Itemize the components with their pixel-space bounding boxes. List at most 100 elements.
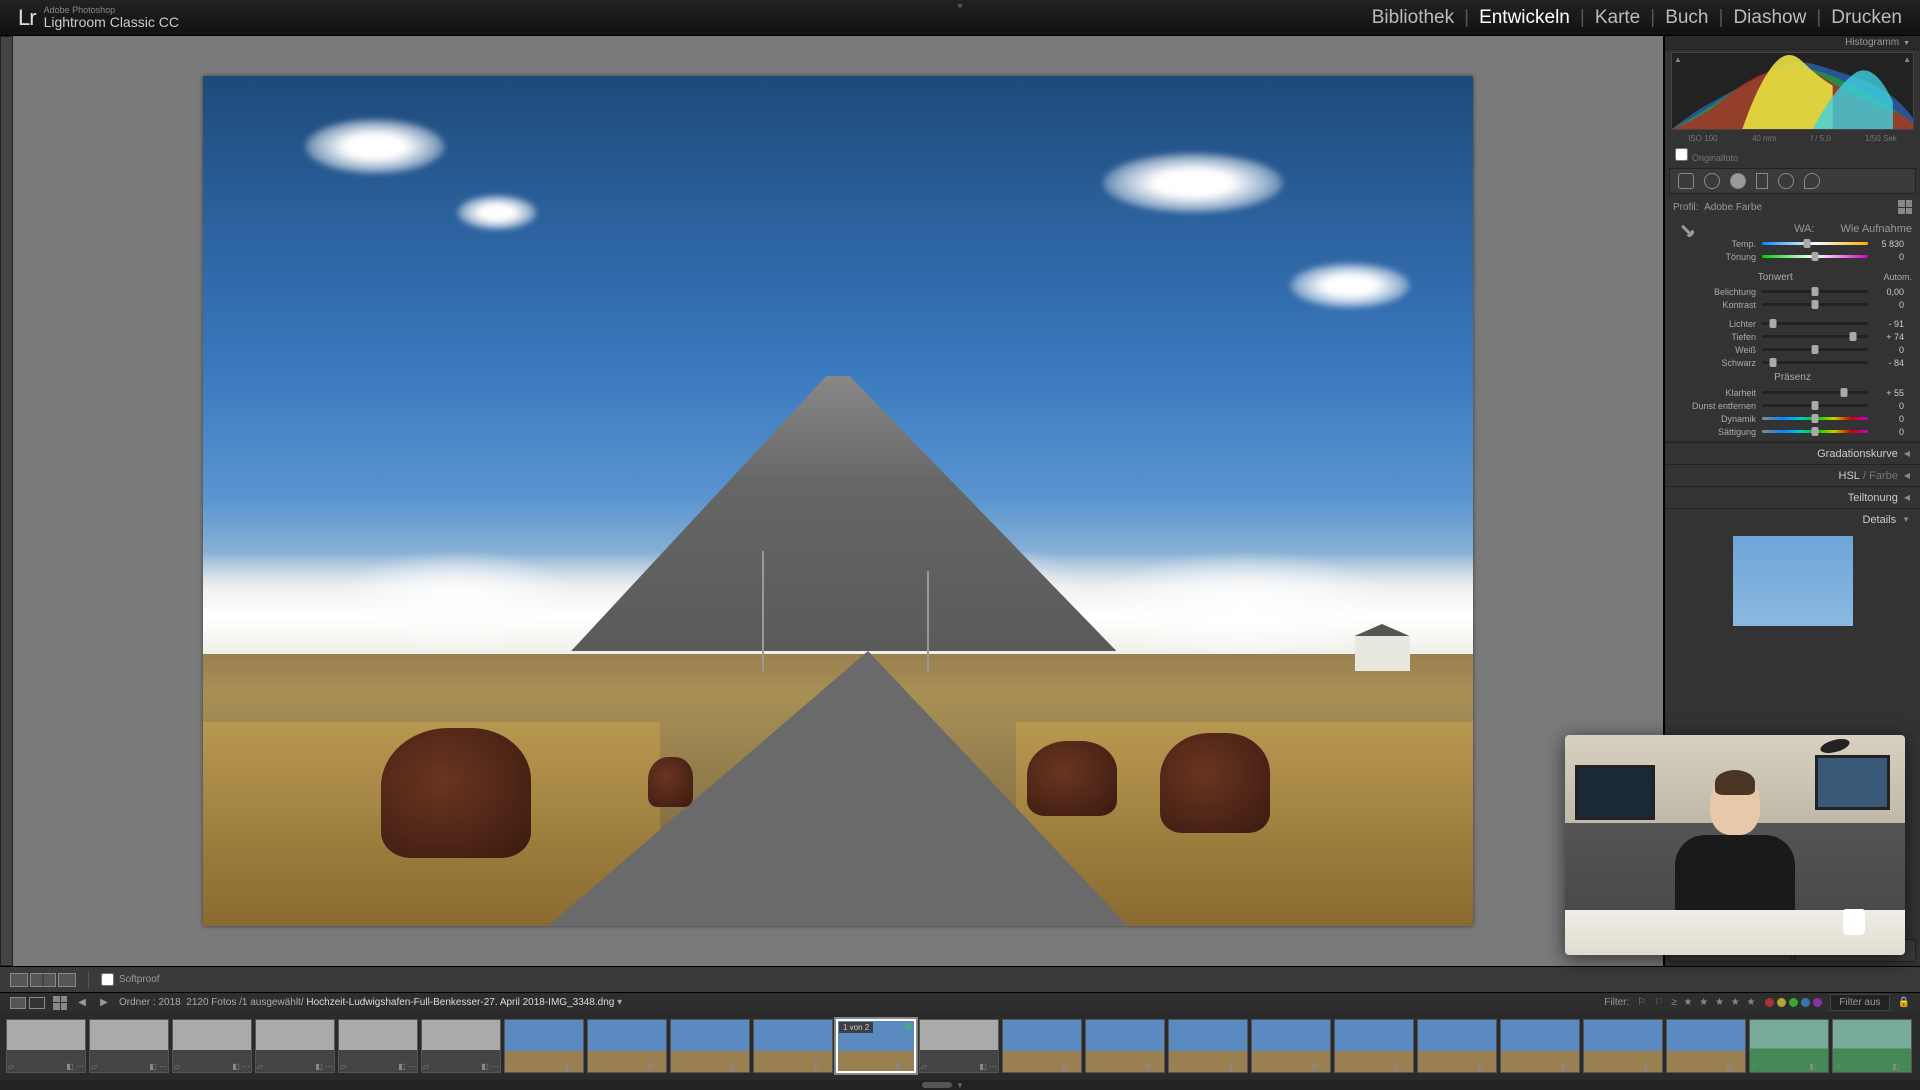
whites-slider[interactable] <box>1762 348 1868 351</box>
thumbnail[interactable]: ▱◧ ⋯ <box>338 1019 418 1073</box>
thumbnail[interactable]: ▱◧ ⋯ <box>1251 1019 1331 1073</box>
module-map[interactable]: Karte <box>1595 7 1640 29</box>
vibrance-value[interactable]: 0 <box>1874 414 1904 424</box>
exif-strip: ISO 100 40 mm f / 5,0 1/50 Sek <box>1665 132 1920 145</box>
dehaze-value[interactable]: 0 <box>1874 401 1904 411</box>
auto-button[interactable]: Autom. <box>1883 272 1912 282</box>
tint-slider[interactable] <box>1762 255 1868 258</box>
highlights-slider[interactable] <box>1762 322 1868 325</box>
histogram[interactable]: ▲ ▲ <box>1671 52 1914 130</box>
thumbnail[interactable]: ▱◧ ⋯ <box>1583 1019 1663 1073</box>
profile-row: Profil: Adobe Farbe <box>1665 196 1920 218</box>
module-slideshow[interactable]: Diashow <box>1733 7 1806 29</box>
thumbnail[interactable]: ▱◧ ⋯ <box>1832 1019 1912 1073</box>
original-toggle[interactable]: Originalfoto <box>1665 145 1920 166</box>
thumbnail[interactable]: ▱◧ ⋯ <box>1085 1019 1165 1073</box>
tint-value[interactable]: 0 <box>1874 252 1904 262</box>
before-after-lr-icon[interactable] <box>30 973 56 987</box>
thumbnail[interactable]: ▱◧ ⋯ <box>1749 1019 1829 1073</box>
saturation-value[interactable]: 0 <box>1874 427 1904 437</box>
temp-value[interactable]: 5 830 <box>1874 239 1904 249</box>
softproof-checkbox[interactable] <box>101 973 114 986</box>
dehaze-slider[interactable] <box>1762 404 1868 407</box>
profile-value[interactable]: Adobe Farbe <box>1704 202 1762 213</box>
curve-panel-header[interactable]: Gradationskurve◀ <box>1665 442 1920 464</box>
highlights-value[interactable]: - 91 <box>1874 319 1904 329</box>
main-photo[interactable] <box>203 76 1473 926</box>
blacks-value[interactable]: - 84 <box>1874 358 1904 368</box>
filter-dropdown[interactable]: Filter aus <box>1830 994 1889 1011</box>
original-checkbox[interactable] <box>1675 148 1688 161</box>
thumbnail[interactable]: ▱◧ ⋯ <box>1334 1019 1414 1073</box>
thumbnail[interactable]: ▱◧ ⋯ <box>1168 1019 1248 1073</box>
nav-back-icon[interactable]: ◀ <box>75 996 89 1010</box>
contrast-value[interactable]: 0 <box>1874 300 1904 310</box>
profile-browser-icon[interactable] <box>1898 200 1912 214</box>
nav-fwd-icon[interactable]: ▶ <box>97 996 111 1010</box>
thumbnail[interactable]: ▱◧ ⋯ <box>587 1019 667 1073</box>
blacks-slider[interactable] <box>1762 361 1868 364</box>
thumbnail[interactable]: ▱◧ ⋯ <box>753 1019 833 1073</box>
shadows-label: Tiefen <box>1681 332 1756 342</box>
clarity-slider[interactable] <box>1762 391 1868 394</box>
thumbnail[interactable]: ▱◧ ⋯ <box>89 1019 169 1073</box>
filmstrip[interactable]: ▱◧ ⋯ ▱◧ ⋯ ▱◧ ⋯ ▱◧ ⋯ ▱◧ ⋯ ▱◧ ⋯ ▱◧ ⋯ ▱◧ ⋯ … <box>0 1012 1920 1080</box>
detail-preview[interactable] <box>1733 536 1853 626</box>
hsl-panel-header[interactable]: HSL / Farbe◀ <box>1665 464 1920 486</box>
second-window-2-icon[interactable] <box>29 997 45 1009</box>
panel-toggle-top[interactable]: ▼ <box>956 1 965 11</box>
histogram-header[interactable]: Histogramm▼ <box>1665 36 1920 50</box>
whites-value[interactable]: 0 <box>1874 345 1904 355</box>
breadcrumb[interactable]: Ordner : 2018 2120 Fotos /1 ausgewählt/ … <box>119 997 622 1008</box>
module-print[interactable]: Drucken <box>1831 7 1902 29</box>
redeye-tool-icon[interactable] <box>1730 173 1746 189</box>
radial-filter-icon[interactable] <box>1778 173 1794 189</box>
thumbnail[interactable]: ▱◧ ⋯ <box>919 1019 999 1073</box>
thumbnail[interactable]: ▱◧ ⋯ <box>421 1019 501 1073</box>
color-filter[interactable] <box>1765 998 1822 1007</box>
brand-main: Lightroom Classic CC <box>44 15 179 29</box>
shadows-value[interactable]: + 74 <box>1874 332 1904 342</box>
filmstrip-scrollbar[interactable]: ▼ <box>0 1080 1920 1090</box>
module-book[interactable]: Buch <box>1665 7 1708 29</box>
exposure-value[interactable]: 0,00 <box>1874 287 1904 297</box>
thumbnail[interactable]: ▱◧ ⋯ <box>172 1019 252 1073</box>
left-panel-collapsed[interactable] <box>0 36 13 966</box>
temp-slider[interactable] <box>1762 242 1868 245</box>
flag-picked-icon[interactable]: ⚐ <box>1637 997 1646 1008</box>
shadows-slider[interactable] <box>1762 335 1868 338</box>
spot-tool-icon[interactable] <box>1704 173 1720 189</box>
filter-lock-icon[interactable]: 🔒 <box>1898 997 1910 1008</box>
contrast-slider[interactable] <box>1762 303 1868 306</box>
split-panel-header[interactable]: Teiltonung◀ <box>1665 486 1920 508</box>
grad-filter-icon[interactable] <box>1756 173 1768 189</box>
stack-badge[interactable]: 1 von 2 <box>839 1022 873 1033</box>
thumbnail[interactable]: ▱◧ ⋯ <box>1666 1019 1746 1073</box>
thumbnail[interactable]: ▱◧ ⋯ <box>1500 1019 1580 1073</box>
module-library[interactable]: Bibliothek <box>1372 7 1454 29</box>
thumbnail[interactable]: ▱◧ ⋯ <box>6 1019 86 1073</box>
loupe-view-icon[interactable] <box>10 973 28 987</box>
crop-tool-icon[interactable] <box>1678 173 1694 189</box>
second-window-icon[interactable] <box>10 997 26 1009</box>
vibrance-slider[interactable] <box>1762 417 1868 420</box>
brush-tool-icon[interactable] <box>1804 173 1820 189</box>
grid-view-icon[interactable] <box>53 996 67 1010</box>
clip-highlights-icon[interactable]: ▲ <box>1903 55 1911 64</box>
detail-panel-header[interactable]: Details▼ <box>1665 508 1920 530</box>
thumbnail[interactable]: ▱◧ ⋯ <box>1417 1019 1497 1073</box>
before-after-tb-icon[interactable] <box>58 973 76 987</box>
saturation-slider[interactable] <box>1762 430 1868 433</box>
thumbnail-selected[interactable]: 1 von 2▱◧ ⋯ <box>836 1019 916 1073</box>
clip-shadows-icon[interactable]: ▲ <box>1674 55 1682 64</box>
module-develop[interactable]: Entwickeln <box>1479 7 1570 29</box>
thumbnail[interactable]: ▱◧ ⋯ <box>255 1019 335 1073</box>
star-filter[interactable]: ≥ ★ ★ ★ ★ ★ <box>1671 997 1757 1008</box>
thumbnail[interactable]: ▱◧ ⋯ <box>504 1019 584 1073</box>
clarity-value[interactable]: + 55 <box>1874 388 1904 398</box>
wb-dropdown[interactable]: Wie Aufnahme <box>1840 223 1912 235</box>
exposure-slider[interactable] <box>1762 290 1868 293</box>
flag-rejected-icon[interactable]: ⚐ <box>1654 997 1663 1008</box>
thumbnail[interactable]: ▱◧ ⋯ <box>670 1019 750 1073</box>
thumbnail[interactable]: ▱◧ ⋯ <box>1002 1019 1082 1073</box>
